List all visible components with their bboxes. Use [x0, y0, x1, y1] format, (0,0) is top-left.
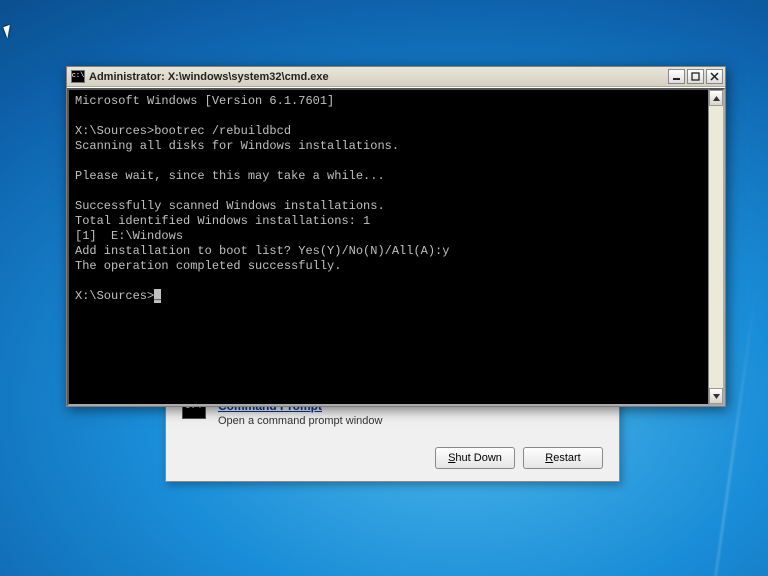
close-button[interactable] [706, 69, 723, 84]
cmd-body: Microsoft Windows [Version 6.1.7601] X:\… [67, 87, 725, 406]
minimize-button[interactable] [668, 69, 685, 84]
cmd-scrollbar[interactable] [708, 88, 725, 406]
scroll-down-button[interactable] [709, 388, 723, 404]
cmd-prompt: X:\Sources> [75, 289, 161, 303]
cmd-title-text: Administrator: X:\windows\system32\cmd.e… [89, 71, 664, 83]
scroll-up-button[interactable] [709, 90, 723, 106]
restart-button[interactable]: Restart [523, 447, 603, 469]
shutdown-button[interactable]: Shut Down [435, 447, 515, 469]
cmd-titlebar[interactable]: c:\ Administrator: X:\windows\system32\c… [67, 67, 725, 87]
cmd-titlebar-icon: c:\ [71, 70, 85, 83]
mouse-cursor [3, 23, 17, 38]
cmd-console[interactable]: Microsoft Windows [Version 6.1.7601] X:\… [67, 88, 708, 406]
recovery-button-row: Shut Down Restart [182, 447, 603, 469]
recovery-tool-desc: Open a command prompt window [218, 415, 603, 427]
maximize-button[interactable] [687, 69, 704, 84]
scroll-track[interactable] [709, 106, 723, 388]
cmd-window[interactable]: c:\ Administrator: X:\windows\system32\c… [66, 66, 726, 407]
cmd-output: Microsoft Windows [Version 6.1.7601] X:\… [75, 94, 449, 273]
